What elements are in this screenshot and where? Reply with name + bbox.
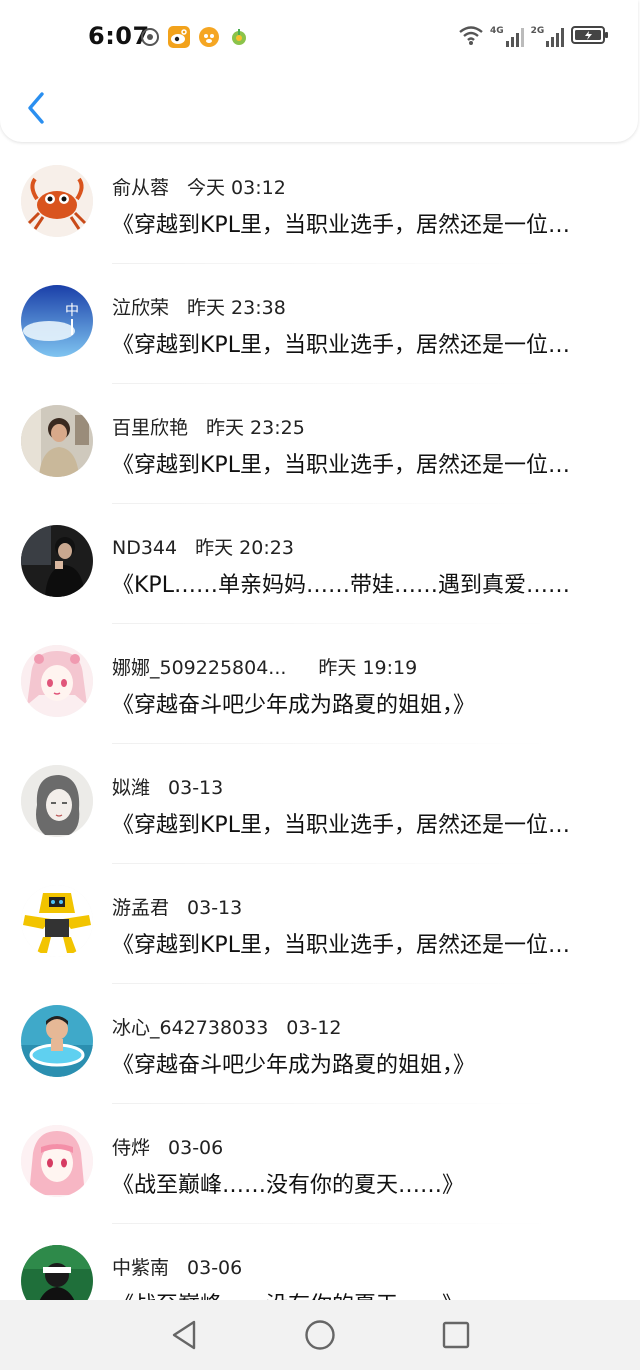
row-header: 泣欣荣 昨天 23:38 (112, 293, 286, 320)
timestamp: 昨天 19:19 (318, 657, 418, 679)
sync-app-icon (140, 27, 160, 51)
avatar[interactable]: 中 (21, 285, 93, 357)
divider (112, 743, 552, 744)
divider (112, 863, 552, 864)
user-name[interactable]: 游孟君 (112, 893, 169, 920)
user-name[interactable]: 泣欣荣 (112, 293, 169, 320)
divider (112, 503, 552, 504)
list-item[interactable]: 俞从蓉 今天 03:12 《穿越到KPL里，当职业选手，居然还是一位… (0, 145, 640, 265)
avatar[interactable] (21, 1125, 93, 1197)
divider (112, 623, 552, 624)
row-header: 百里欣艳 昨天 23:25 (112, 413, 305, 440)
user-name[interactable]: 俞从蓉 (112, 173, 169, 200)
book-title[interactable]: 《战至巅峰……没有你的夏天……》 (112, 1167, 624, 1199)
divider (112, 263, 552, 264)
book-title[interactable]: 《穿越奋斗吧少年成为路夏的姐姐，》 (112, 687, 624, 719)
list-item[interactable]: 姒潍 03-13 《穿越到KPL里，当职业选手，居然还是一位… (0, 745, 640, 865)
user-name[interactable]: 侍烨 (112, 1133, 150, 1160)
avatar[interactable] (21, 765, 93, 837)
nav-recents-button[interactable] (438, 1317, 474, 1353)
avatar[interactable] (21, 885, 93, 957)
book-title[interactable]: 《KPL……单亲妈妈……带娃……遇到真爱…… (112, 567, 624, 599)
book-title[interactable]: 《穿越奋斗吧少年成为路夏的姐姐，》 (112, 1047, 624, 1079)
nav-back-button[interactable] (166, 1317, 202, 1353)
list-item[interactable]: 游孟君 03-13 《穿越到KPL里，当职业选手，居然还是一位… (0, 865, 640, 985)
list-item[interactable]: 侍烨 03-06 《战至巅峰……没有你的夏天……》 (0, 1105, 640, 1225)
system-nav-bar (0, 1300, 640, 1370)
nav-home-button[interactable] (302, 1317, 338, 1353)
triangle-back-icon (172, 1320, 196, 1350)
svg-text:中: 中 (65, 303, 79, 319)
timestamp: 03-06 (187, 1257, 243, 1279)
wifi-icon (458, 24, 484, 50)
divider (112, 1103, 552, 1104)
list-item[interactable]: 百里欣艳 昨天 23:25 《穿越到KPL里，当职业选手，居然还是一位… (0, 385, 640, 505)
timestamp: 今天 03:12 (187, 177, 286, 199)
list-item[interactable]: 娜娜_509225804... 昨天 19:19 《穿越奋斗吧少年成为路夏的姐姐… (0, 625, 640, 745)
avatar[interactable] (21, 165, 93, 237)
row-header: 中紫南 03-06 (112, 1253, 242, 1280)
chevron-left-icon (28, 92, 44, 124)
list-item[interactable]: 冰心_642738033 03-12 《穿越奋斗吧少年成为路夏的姐姐，》 (0, 985, 640, 1105)
avatar[interactable] (21, 645, 93, 717)
timestamp: 03-13 (168, 777, 224, 799)
book-title[interactable]: 《穿越到KPL里，当职业选手，居然还是一位… (112, 807, 624, 839)
divider (112, 1223, 552, 1224)
book-title[interactable]: 《穿越到KPL里，当职业选手，居然还是一位… (112, 327, 624, 359)
row-header: 侍烨 03-06 (112, 1133, 223, 1160)
net-4g-label: 4G (490, 26, 504, 36)
row-header: ND344 昨天 20:23 (112, 533, 294, 560)
row-header: 姒潍 03-13 (112, 773, 223, 800)
avatar[interactable] (21, 525, 93, 597)
user-name[interactable]: 中紫南 (112, 1253, 169, 1280)
back-button[interactable] (16, 86, 56, 130)
timestamp: 昨天 23:25 (206, 417, 305, 439)
list-item[interactable]: 中 泣欣荣 昨天 23:38 《穿越到KPL里，当职业选手，居然还是一位… (0, 265, 640, 385)
circle-home-icon (305, 1320, 335, 1350)
sprout-app-icon (228, 26, 250, 52)
net-2g-label: 2G (530, 26, 545, 36)
avatar[interactable] (21, 1005, 93, 1077)
timestamp: 03-06 (168, 1137, 224, 1159)
row-header: 娜娜_509225804... 昨天 19:19 (112, 653, 417, 680)
fox-app-icon (198, 26, 220, 52)
timestamp: 03-12 (286, 1017, 342, 1039)
divider (112, 383, 552, 384)
book-title[interactable]: 《穿越到KPL里，当职业选手，居然还是一位… (112, 447, 624, 479)
user-name[interactable]: 百里欣艳 (112, 413, 188, 440)
timestamp: 昨天 20:23 (195, 537, 294, 559)
avatar[interactable] (21, 405, 93, 477)
book-title[interactable]: 《穿越到KPL里，当职业选手，居然还是一位… (112, 207, 624, 239)
weibo-icon (168, 26, 190, 52)
square-recents-icon (442, 1321, 470, 1349)
battery-charging-icon (571, 24, 609, 50)
signal-4g-icon: 4G (490, 26, 525, 48)
top-bar: 6:07 4G 2G (0, 0, 638, 142)
list-item[interactable]: ND344 昨天 20:23 《KPL……单亲妈妈……带娃……遇到真爱…… (0, 505, 640, 625)
signal-2g-icon: 2G (531, 26, 566, 48)
user-name[interactable]: 姒潍 (112, 773, 150, 800)
status-system-icons: 4G 2G (458, 24, 609, 50)
user-name[interactable]: 冰心_642738033 (112, 1013, 268, 1040)
status-notification-icons (140, 26, 250, 52)
row-header: 游孟君 03-13 (112, 893, 242, 920)
row-header: 冰心_642738033 03-12 (112, 1013, 342, 1040)
user-name[interactable]: 娜娜_509225804... (112, 653, 286, 680)
timestamp: 昨天 23:38 (187, 297, 286, 319)
book-title[interactable]: 《穿越到KPL里，当职业选手，居然还是一位… (112, 927, 624, 959)
timestamp: 03-13 (187, 897, 243, 919)
row-header: 俞从蓉 今天 03:12 (112, 173, 286, 200)
user-list: 俞从蓉 今天 03:12 《穿越到KPL里，当职业选手，居然还是一位… 中 泣欣… (0, 145, 640, 1345)
user-name[interactable]: ND344 (112, 537, 177, 559)
divider (112, 983, 552, 984)
